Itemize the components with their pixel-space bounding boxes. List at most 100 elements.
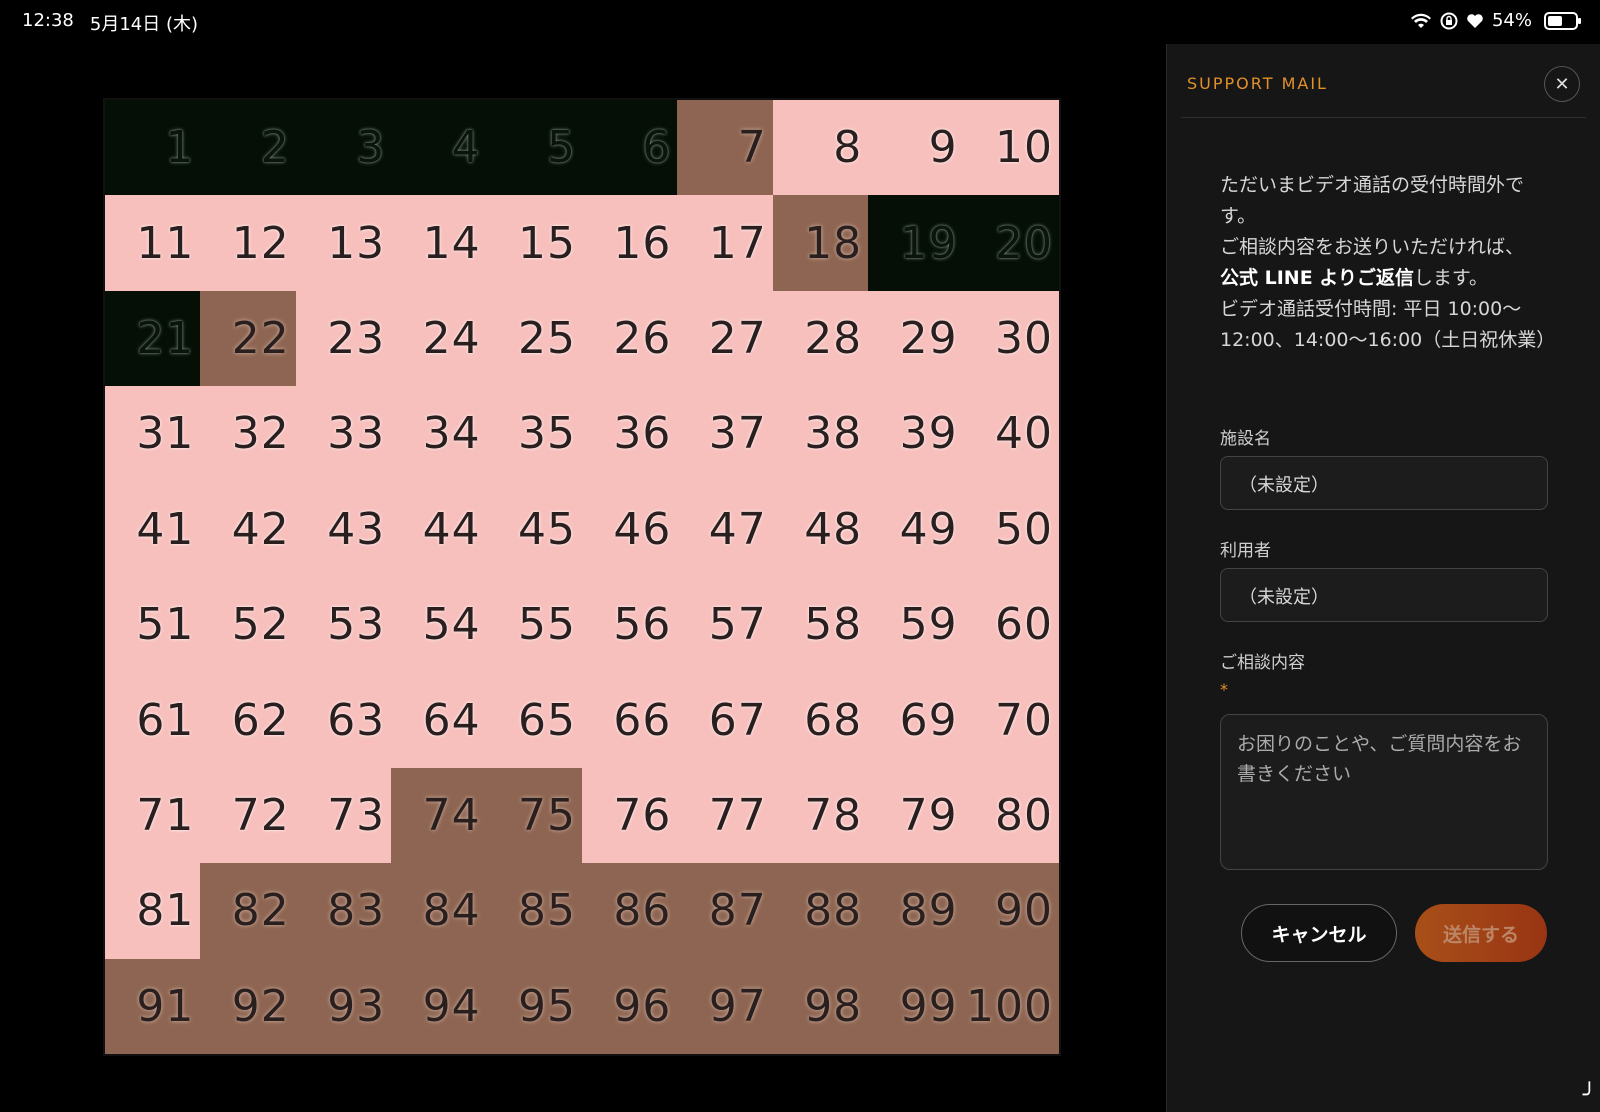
grid-cell[interactable]: 45 bbox=[486, 481, 582, 577]
grid-cell[interactable]: 27 bbox=[677, 290, 773, 387]
grid-cell[interactable]: 83 bbox=[295, 863, 392, 959]
grid-cell[interactable]: 4 bbox=[391, 100, 487, 196]
grid-cell[interactable]: 76 bbox=[582, 767, 678, 864]
grid-cell[interactable]: 61 bbox=[105, 672, 201, 768]
grid-cell[interactable]: 53 bbox=[295, 577, 392, 673]
grid-cell[interactable]: 96 bbox=[582, 958, 678, 1054]
grid-cell[interactable]: 91 bbox=[105, 958, 201, 1054]
grid-cell[interactable]: 98 bbox=[772, 958, 869, 1054]
facility-field[interactable]: （未設定） bbox=[1220, 456, 1548, 510]
grid-cell[interactable]: 34 bbox=[391, 386, 487, 482]
user-field[interactable]: （未設定） bbox=[1220, 568, 1548, 622]
close-button[interactable]: ✕ bbox=[1544, 66, 1580, 102]
grid-cell[interactable]: 42 bbox=[200, 481, 296, 577]
grid-cell[interactable]: 87 bbox=[677, 863, 773, 959]
grid-cell[interactable]: 14 bbox=[391, 195, 487, 291]
grid-cell[interactable]: 79 bbox=[868, 767, 964, 864]
grid-cell[interactable]: 85 bbox=[486, 863, 582, 959]
grid-cell[interactable]: 48 bbox=[772, 481, 869, 577]
cancel-button[interactable]: キャンセル bbox=[1241, 904, 1397, 962]
grid-cell[interactable]: 22 bbox=[200, 290, 296, 387]
grid-cell[interactable]: 26 bbox=[582, 290, 678, 387]
grid-cell[interactable]: 65 bbox=[486, 672, 582, 768]
grid-cell[interactable]: 74 bbox=[391, 767, 487, 864]
grid-cell[interactable]: 100 bbox=[963, 958, 1059, 1054]
grid-cell[interactable]: 94 bbox=[391, 958, 487, 1054]
grid-cell[interactable]: 67 bbox=[677, 672, 773, 768]
grid-cell[interactable]: 7 bbox=[677, 100, 773, 196]
grid-cell[interactable]: 95 bbox=[486, 958, 582, 1054]
grid-cell[interactable]: 52 bbox=[200, 577, 296, 673]
grid-cell[interactable]: 51 bbox=[105, 577, 201, 673]
grid-cell[interactable]: 89 bbox=[868, 863, 964, 959]
grid-cell[interactable]: 28 bbox=[772, 290, 869, 387]
grid-cell[interactable]: 10 bbox=[963, 100, 1059, 196]
grid-cell[interactable]: 9 bbox=[868, 100, 964, 196]
grid-cell[interactable]: 1 bbox=[105, 100, 201, 196]
grid-cell[interactable]: 29 bbox=[868, 290, 964, 387]
grid-cell[interactable]: 15 bbox=[486, 195, 582, 291]
grid-cell[interactable]: 99 bbox=[868, 958, 964, 1054]
grid-cell[interactable]: 24 bbox=[391, 290, 487, 387]
grid-cell[interactable]: 39 bbox=[868, 386, 964, 482]
grid-cell[interactable]: 75 bbox=[486, 767, 582, 864]
grid-cell[interactable]: 57 bbox=[677, 577, 773, 673]
grid-cell[interactable]: 68 bbox=[772, 672, 869, 768]
grid-cell[interactable]: 73 bbox=[295, 767, 392, 864]
grid-cell[interactable]: 81 bbox=[105, 863, 201, 959]
grid-cell[interactable]: 12 bbox=[200, 195, 296, 291]
grid-cell[interactable]: 25 bbox=[486, 290, 582, 387]
grid-cell[interactable]: 19 bbox=[868, 195, 964, 291]
grid-cell[interactable]: 2 bbox=[200, 100, 296, 196]
grid-cell[interactable]: 82 bbox=[200, 863, 296, 959]
grid-cell[interactable]: 6 bbox=[582, 100, 678, 196]
grid-cell[interactable]: 35 bbox=[486, 386, 582, 482]
grid-cell[interactable]: 66 bbox=[582, 672, 678, 768]
grid-cell[interactable]: 30 bbox=[963, 290, 1059, 387]
grid-cell[interactable]: 59 bbox=[868, 577, 964, 673]
grid-cell[interactable]: 56 bbox=[582, 577, 678, 673]
grid-cell[interactable]: 33 bbox=[295, 386, 392, 482]
grid-cell[interactable]: 72 bbox=[200, 767, 296, 864]
grid-cell[interactable]: 93 bbox=[295, 958, 392, 1054]
grid-cell[interactable]: 37 bbox=[677, 386, 773, 482]
send-button[interactable]: 送信する bbox=[1415, 904, 1547, 962]
grid-cell[interactable]: 58 bbox=[772, 577, 869, 673]
grid-cell[interactable]: 32 bbox=[200, 386, 296, 482]
grid-cell[interactable]: 31 bbox=[105, 386, 201, 482]
grid-cell[interactable]: 69 bbox=[868, 672, 964, 768]
grid-cell[interactable]: 40 bbox=[963, 386, 1059, 482]
grid-cell[interactable]: 88 bbox=[772, 863, 869, 959]
grid-cell[interactable]: 44 bbox=[391, 481, 487, 577]
grid-cell[interactable]: 60 bbox=[963, 577, 1059, 673]
grid-cell[interactable]: 80 bbox=[963, 767, 1059, 864]
grid-cell[interactable]: 47 bbox=[677, 481, 773, 577]
grid-cell[interactable]: 78 bbox=[772, 767, 869, 864]
grid-cell[interactable]: 43 bbox=[295, 481, 392, 577]
grid-cell[interactable]: 38 bbox=[772, 386, 869, 482]
grid-cell[interactable]: 3 bbox=[295, 100, 392, 196]
grid-cell[interactable]: 21 bbox=[105, 290, 201, 387]
grid-cell[interactable]: 16 bbox=[582, 195, 678, 291]
grid-cell[interactable]: 55 bbox=[486, 577, 582, 673]
grid-cell[interactable]: 5 bbox=[486, 100, 582, 196]
grid-cell[interactable]: 17 bbox=[677, 195, 773, 291]
grid-cell[interactable]: 90 bbox=[963, 863, 1059, 959]
grid-cell[interactable]: 63 bbox=[295, 672, 392, 768]
grid-cell[interactable]: 18 bbox=[772, 195, 869, 291]
grid-cell[interactable]: 84 bbox=[391, 863, 487, 959]
grid-cell[interactable]: 20 bbox=[963, 195, 1059, 291]
grid-cell[interactable]: 8 bbox=[772, 100, 869, 196]
grid-cell[interactable]: 77 bbox=[677, 767, 773, 864]
grid-cell[interactable]: 71 bbox=[105, 767, 201, 864]
consult-textarea[interactable]: お困りのことや、ご質問内容をお書きください bbox=[1220, 714, 1548, 870]
grid-cell[interactable]: 13 bbox=[295, 195, 392, 291]
grid-cell[interactable]: 41 bbox=[105, 481, 201, 577]
grid-cell[interactable]: 46 bbox=[582, 481, 678, 577]
grid-cell[interactable]: 54 bbox=[391, 577, 487, 673]
grid-cell[interactable]: 36 bbox=[582, 386, 678, 482]
grid-cell[interactable]: 64 bbox=[391, 672, 487, 768]
grid-cell[interactable]: 97 bbox=[677, 958, 773, 1054]
grid-cell[interactable]: 86 bbox=[582, 863, 678, 959]
grid-cell[interactable]: 62 bbox=[200, 672, 296, 768]
